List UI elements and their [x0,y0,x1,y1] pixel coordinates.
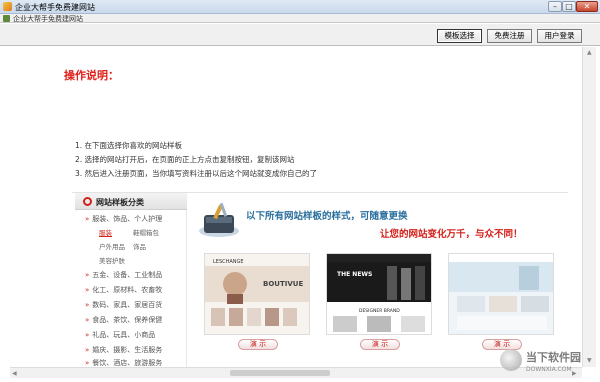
maximize-button[interactable]: □ [562,1,576,12]
template-thumbnail[interactable]: THE NEWS DESIGNER BRAND [326,253,432,335]
template-thumbnail[interactable] [448,253,554,335]
scroll-up-icon[interactable]: ▲ [587,49,592,56]
close-button[interactable]: ✕ [576,1,598,12]
demo-button[interactable]: 演 示 [360,339,400,350]
circle-icon [83,197,92,206]
watermark-text: 当下软件园 [526,351,581,364]
promo-banner: 以下所有网站样板的样式，可随意更换 让您的网站变化万千，与众不同！ [190,195,568,245]
scroll-thumb[interactable] [230,370,330,376]
sidebar-heading: 网站样板分类 [96,198,144,207]
subcategory-item[interactable]: 鞋帽箱包 [133,227,159,237]
window-titlebar: 企业大帮手免费建网站 – □ ✕ [0,0,600,14]
page-caption: 企业大帮手免费建网站 [13,15,83,23]
category-sidebar: 网站样板分类 » 服装、饰品、个人护理 服装 鞋帽箱包 户外用品 饰品 美容护肤 … [75,193,187,367]
category-item[interactable]: » 婚庆、摄影、生活服务 [85,345,162,355]
subcategory-item[interactable]: 饰品 [133,241,146,251]
template-select-button[interactable]: 模板选择 [437,29,482,43]
watermark-url: DOWNXIA.COM [526,366,572,373]
category-item[interactable]: » 五金、设备、工业制品 [85,270,162,280]
template-thumbnail[interactable]: LESCHANGE BOUTIVUE [204,253,310,335]
instruction-step: 2. 选择的网站打开后，在页面的正上方点击复制按钮，复制该网站 [75,155,295,164]
toolbox-icon [199,202,239,237]
category-item[interactable]: » 数码、家具、家居百货 [85,300,162,310]
toolbar: 模板选择 免费注册 用户登录 [0,24,600,46]
watermark: 当下软件园 DOWNXIA.COM [500,347,598,379]
watermark-logo-icon [500,349,522,371]
instruction-step: 1. 在下面选择你喜欢的网站样板 [75,141,183,150]
register-button[interactable]: 免费注册 [487,29,532,43]
banner-line-1: 以下所有网站样板的样式，可随意更换 [246,211,408,222]
template-headline: BOUTIVUE [263,280,303,288]
demo-button[interactable]: 演 示 [238,339,278,350]
subcategory-item[interactable]: 服装 [99,227,112,237]
template-brand: LESCHANGE [213,259,244,265]
category-item[interactable]: » 食品、茶饮、保养保健 [85,315,162,325]
template-brand: THE NEWS [337,271,372,278]
instruction-step: 3. 然后进入注册页面，当你填写资料注册以后这个网站就变成你自己的了 [75,169,318,178]
template-headline: DESIGNER BRAND [359,308,400,314]
instructions-title: 操作说明： [64,69,119,82]
vertical-scrollbar[interactable]: ▲ ▼ [582,47,596,367]
page-icon [3,15,10,22]
banner-line-2: 让您的网站变化万千，与众不同！ [380,229,523,240]
subcategory-item[interactable]: 美容护肤 [99,255,125,265]
horizontal-scrollbar[interactable]: ◀ ▶ [10,367,582,378]
subcategory-item[interactable]: 户外用品 [99,241,125,251]
address-bar: 企业大帮手免费建网站 [0,14,600,23]
minimize-button[interactable]: – [548,1,562,12]
category-item[interactable]: » 服装、饰品、个人护理 [85,214,162,224]
scroll-left-icon[interactable]: ◀ [12,370,17,377]
app-icon [3,2,12,11]
category-item[interactable]: » 礼品、玩具、小商品 [85,330,155,340]
login-button[interactable]: 用户登录 [537,29,582,43]
category-item[interactable]: » 化工、原材料、农畜牧 [85,285,162,295]
sidebar-header: 网站样板分类 [75,193,187,210]
window-title: 企业大帮手免费建网站 [15,3,95,12]
